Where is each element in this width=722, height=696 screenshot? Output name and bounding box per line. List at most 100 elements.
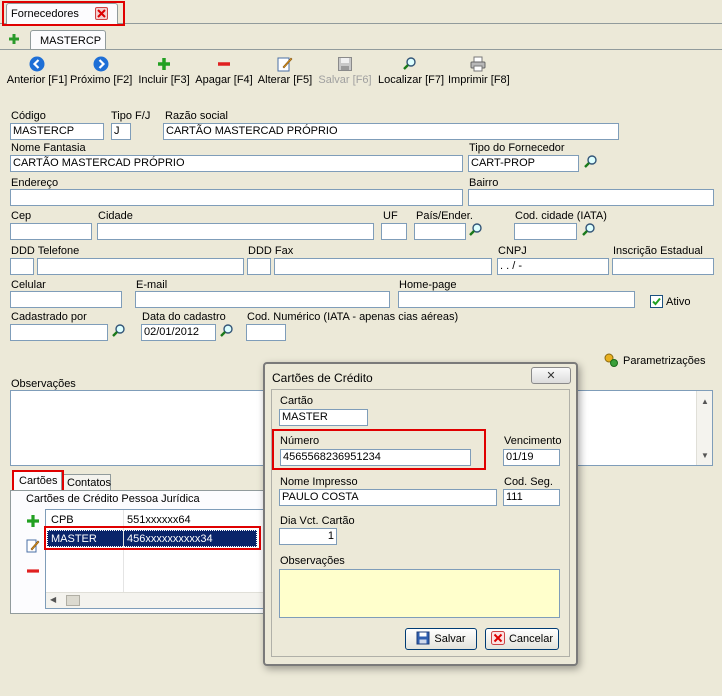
proximo-button[interactable]: Próximo [F2] [70, 56, 132, 86]
close-icon: ✕ [546, 370, 556, 382]
nome-fantasia-field[interactable]: CARTÃO MASTERCAD PRÓPRIO [10, 155, 463, 172]
dialog-cod-seg-field[interactable]: 111 [503, 489, 560, 506]
uf-field[interactable] [381, 223, 407, 240]
ddd-telefone-label: DDD Telefone [11, 245, 80, 257]
dialog-cancelar-button[interactable]: Cancelar [485, 628, 559, 650]
cards-grid[interactable]: CPB 551xxxxxx64 MASTER 456xxxxxxxxxx34 ◀ [45, 509, 267, 609]
dialog-dia-vct-field[interactable]: 1 [279, 528, 337, 545]
bairro-field[interactable] [468, 189, 714, 206]
anterior-button[interactable]: Anterior [F1] [6, 56, 68, 86]
cod-numerico-label: Cod. Numérico (IATA - apenas cias aéreas… [247, 311, 459, 323]
celular-field[interactable] [10, 291, 122, 308]
cadastrado-por-field[interactable] [10, 324, 108, 341]
cnpj-label: CNPJ [498, 245, 527, 257]
apagar-button[interactable]: Apagar [F4] [195, 56, 253, 86]
ativo-checkbox[interactable] [650, 295, 663, 308]
alterar-button[interactable]: Alterar [F5] [257, 56, 313, 86]
incluir-button[interactable]: Incluir [F3] [137, 56, 191, 86]
imprimir-button[interactable]: Imprimir [F8] [448, 56, 510, 86]
imprimir-label: Imprimir [F8] [448, 74, 510, 86]
parametrizacoes-icon [603, 352, 619, 371]
ddd-fax-field[interactable] [274, 258, 492, 275]
arrow-right-icon [93, 56, 109, 72]
codigo-field[interactable]: MASTERCP [10, 123, 104, 140]
ddd-telefone-ddd-field[interactable] [10, 258, 34, 275]
cnpj-field[interactable]: . . / - [497, 258, 609, 275]
dialog-dia-vct-label: Dia Vct. Cartão [280, 515, 355, 527]
tipo-fj-field[interactable]: J [111, 123, 131, 140]
search-data-cadastro-icon[interactable] [219, 323, 235, 339]
highlight-master-row [44, 526, 261, 550]
tab-contatos[interactable]: Contatos [63, 474, 111, 491]
add-card-icon[interactable] [26, 514, 40, 531]
dialog-observacoes-memo[interactable] [279, 569, 560, 618]
dialog-nome-impresso-label: Nome Impresso [280, 476, 358, 488]
proximo-label: Próximo [F2] [70, 74, 133, 86]
search-cadastrado-por-icon[interactable] [111, 323, 127, 339]
dialog-vencimento-field[interactable]: 01/19 [503, 449, 560, 466]
data-cadastro-field[interactable]: 02/01/2012 [141, 324, 216, 341]
dialog-observacoes-label: Observações [280, 555, 345, 567]
floppy-disk-icon [416, 631, 430, 648]
ddd-fax-label: DDD Fax [248, 245, 294, 257]
parametrizacoes-link[interactable]: Parametrizações [623, 355, 706, 368]
search-tipo-fornecedor-icon[interactable] [583, 154, 599, 170]
cancel-icon [490, 630, 505, 648]
uf-label: UF [383, 210, 398, 222]
tab-mastercp[interactable]: MASTERCP [30, 30, 106, 50]
cidade-label: Cidade [98, 210, 133, 222]
homepage-field[interactable] [398, 291, 635, 308]
scroll-left-icon[interactable]: ◀ [50, 595, 56, 604]
inscricao-estadual-label: Inscrição Estadual [613, 245, 703, 257]
dialog-cartao-field[interactable]: MASTER [279, 409, 368, 426]
ativo-label: Ativo [666, 296, 691, 308]
cep-field[interactable] [10, 223, 92, 240]
sub-tab-line [0, 49, 722, 50]
cidade-field[interactable] [97, 223, 374, 240]
edit-card-icon[interactable] [26, 538, 40, 557]
pais-label: País/Ender. [416, 210, 473, 222]
cod-numerico-field[interactable] [246, 324, 286, 341]
tipo-fj-label: Tipo F/J [111, 110, 151, 122]
cartoes-dialog: Cartões de Crédito ✕ Cartão MASTER Númer… [263, 362, 578, 666]
incluir-label: Incluir [F3] [138, 74, 190, 86]
dialog-salvar-button[interactable]: Salvar [405, 628, 477, 650]
dialog-vencimento-label: Vencimento [504, 435, 562, 447]
tipo-fornecedor-label: Tipo do Fornecedor [469, 142, 565, 154]
scroll-thumb[interactable] [66, 595, 80, 606]
inscricao-estadual-field[interactable] [612, 258, 714, 275]
tab-contatos-label: Contatos [67, 477, 112, 489]
cadastrado-por-label: Cadastrado por [11, 311, 87, 323]
data-cadastro-label: Data do cadastro [142, 311, 226, 323]
highlight-numero-field [272, 429, 486, 470]
ddd-telefone-field[interactable] [37, 258, 244, 275]
search-cod-cidade-icon[interactable] [581, 222, 597, 238]
tipo-fornecedor-field[interactable]: CART-PROP [468, 155, 579, 172]
scroll-up-icon[interactable]: ▲ [701, 397, 709, 406]
add-tab-icon[interactable] [8, 33, 20, 48]
grid-column-divider [123, 510, 124, 592]
endereco-field[interactable] [10, 189, 463, 206]
alterar-label: Alterar [F5] [257, 74, 313, 86]
email-field[interactable] [135, 291, 390, 308]
pais-field[interactable] [414, 223, 466, 240]
dialog-cancelar-label: Cancelar [508, 633, 554, 645]
grid-hscrollbar[interactable]: ◀ [46, 592, 266, 608]
magnifier-icon [402, 56, 418, 72]
memo-scrollbar[interactable]: ▲ ▼ [696, 391, 712, 465]
localizar-button[interactable]: Localizar [F7] [378, 56, 444, 86]
floppy-disk-icon [337, 56, 353, 72]
delete-card-icon[interactable] [26, 564, 40, 581]
highlight-fornecedores-tab [2, 1, 125, 26]
razao-social-field[interactable]: CARTÃO MASTERCAD PRÓPRIO [163, 123, 619, 140]
salvar-button[interactable]: Salvar [F6] [318, 56, 372, 86]
dialog-nome-impresso-field[interactable]: PAULO COSTA [279, 489, 497, 506]
cod-cidade-field[interactable] [514, 223, 577, 240]
search-pais-icon[interactable] [468, 222, 484, 238]
tab-mastercp-label: MASTERCP [40, 35, 102, 47]
razao-social-label: Razão social [165, 110, 228, 122]
dialog-close-button[interactable]: ✕ [531, 367, 571, 384]
scroll-down-icon[interactable]: ▼ [701, 451, 709, 460]
ddd-fax-ddd-field[interactable] [247, 258, 271, 275]
nome-fantasia-label: Nome Fantasia [11, 142, 86, 154]
